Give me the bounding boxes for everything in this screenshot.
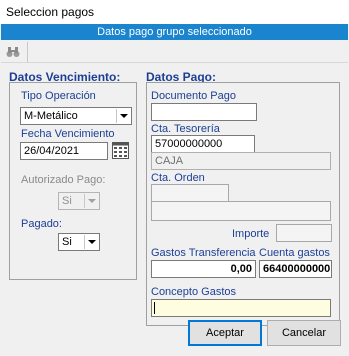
cta-orden-input[interactable]	[151, 184, 229, 202]
pagado-value: Si	[62, 236, 72, 248]
documento-pago-input[interactable]	[151, 103, 257, 121]
calendar-icon[interactable]	[112, 142, 129, 159]
concepto-gastos-input[interactable]	[151, 299, 331, 317]
tipo-operacion-label: Tipo Operación	[21, 90, 96, 102]
cta-orden-description	[151, 201, 331, 221]
header-banner: Datos pago grupo seleccionado	[1, 24, 348, 40]
cta-orden-label: Cta. Orden	[151, 172, 205, 184]
autorizado-pago-select: Si	[58, 192, 100, 210]
pagado-label: Pagado:	[21, 218, 62, 230]
toolbar-divider	[27, 42, 28, 62]
cta-tesoreria-input[interactable]: 57000000000	[151, 135, 255, 153]
chevron-down-icon	[84, 194, 98, 208]
tipo-operacion-select[interactable]: M-Metálico	[20, 107, 132, 125]
binoculars-icon[interactable]	[6, 46, 20, 58]
autorizado-pago-label: Autorizado Pago:	[21, 174, 106, 186]
aceptar-button[interactable]: Aceptar	[188, 320, 262, 346]
gastos-transferencia-label: Gastos Transferencia	[151, 247, 256, 259]
cuenta-gastos-input[interactable]: 66400000000	[259, 260, 332, 278]
toolbar	[1, 40, 348, 63]
fecha-vencimiento-input[interactable]: 26/04/2021	[20, 142, 108, 160]
cta-tesoreria-description: CAJA	[151, 152, 331, 170]
importe-label: Importe	[232, 228, 270, 240]
concepto-gastos-label: Concepto Gastos	[151, 286, 236, 298]
documento-pago-label: Documento Pago	[151, 90, 236, 102]
chevron-down-icon[interactable]	[84, 235, 98, 249]
pagado-select[interactable]: Si	[58, 233, 100, 251]
tipo-operacion-value: M-Metálico	[24, 110, 78, 122]
cta-tesoreria-label: Cta. Tesorería	[151, 123, 220, 135]
cancelar-button[interactable]: Cancelar	[267, 320, 341, 346]
importe-input	[276, 224, 332, 242]
cuenta-gastos-label: Cuenta gastos	[259, 247, 330, 259]
gastos-transferencia-input[interactable]: 0,00	[151, 260, 256, 278]
text-cursor	[154, 302, 155, 314]
fecha-vencimiento-label: Fecha Vencimiento	[21, 128, 115, 140]
window-title: Seleccion pagos	[6, 5, 95, 19]
autorizado-pago-value: Si	[62, 195, 72, 207]
chevron-down-icon[interactable]	[116, 109, 130, 123]
